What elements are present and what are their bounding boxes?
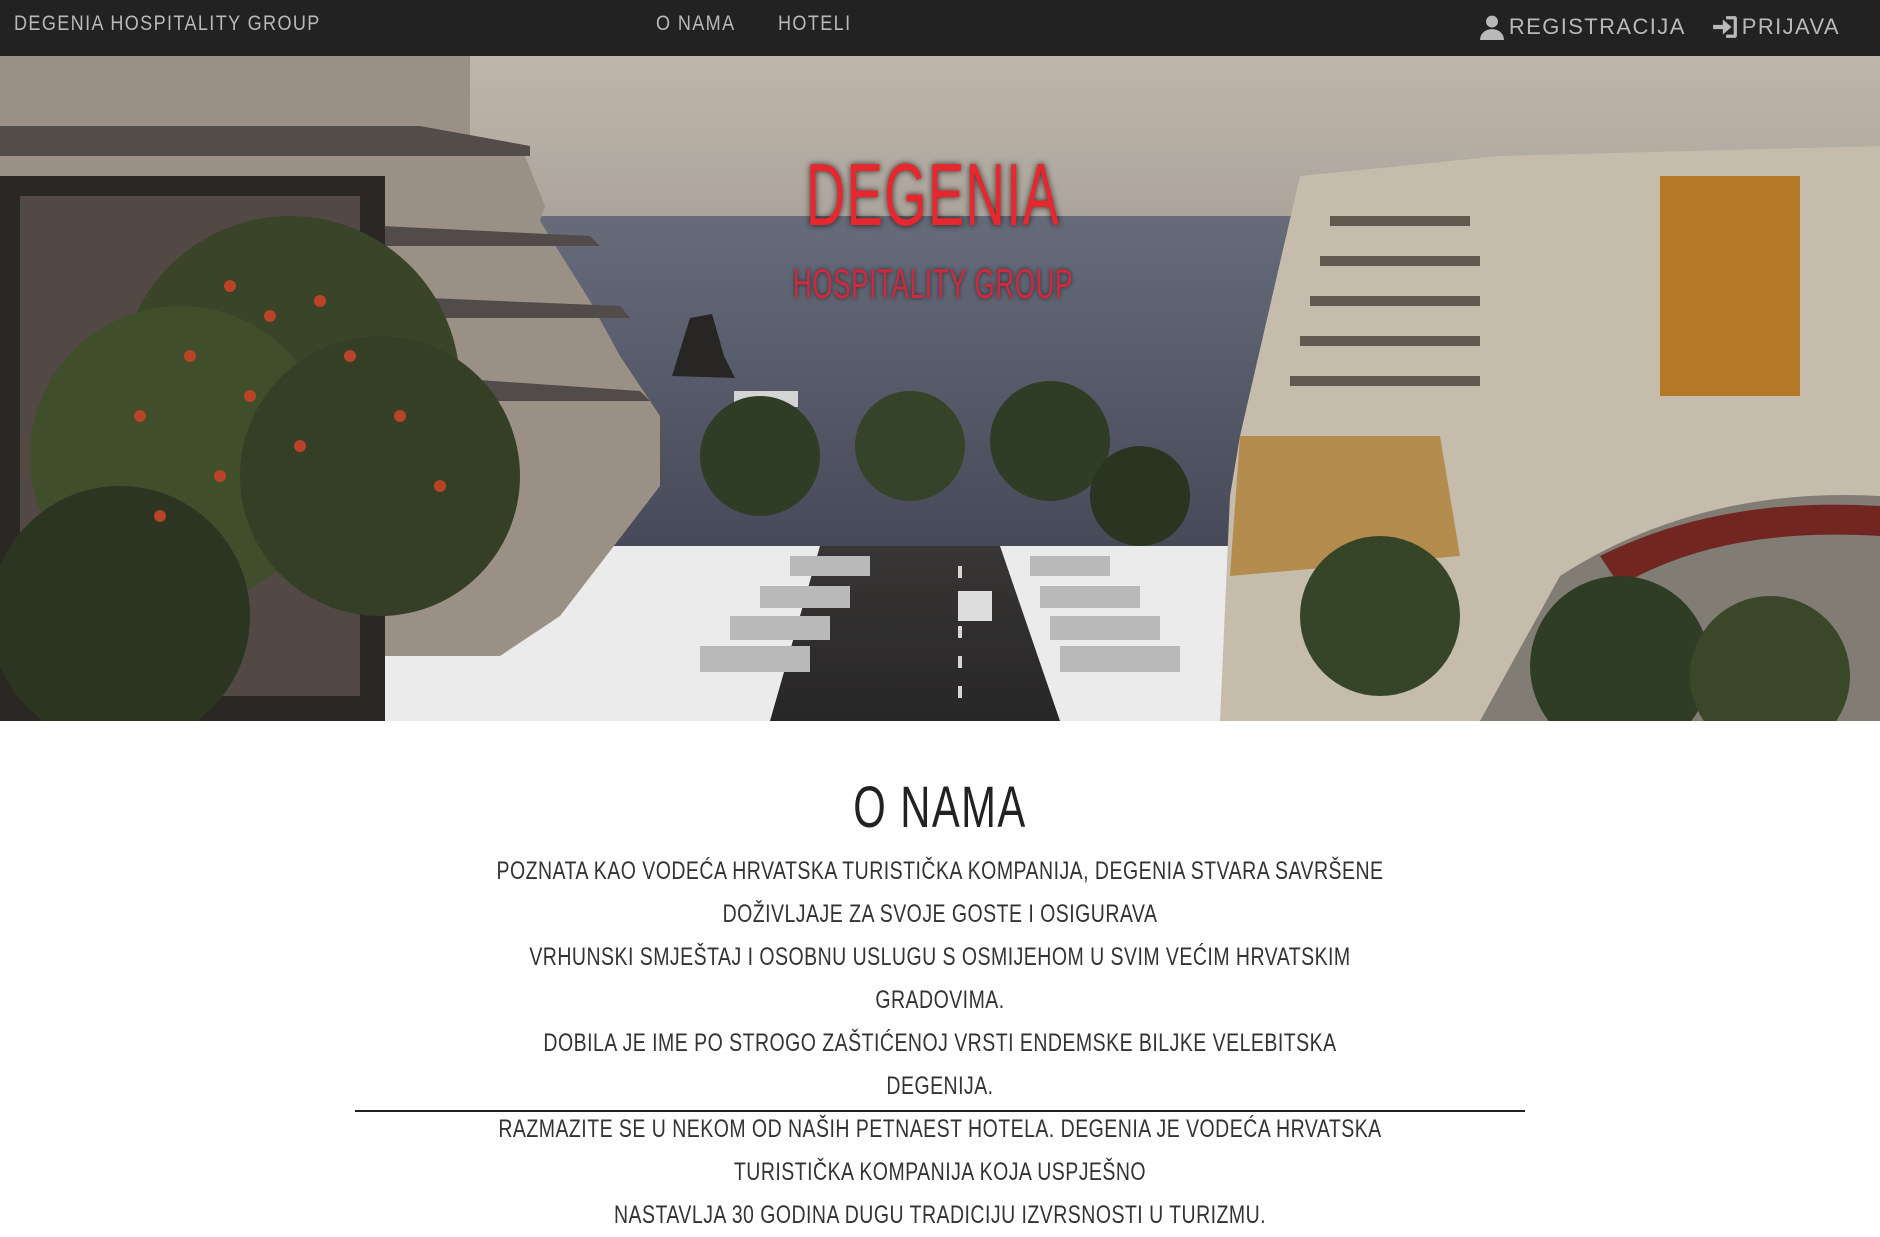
about-line: Dobila je ime po strogo zaštićenoj vrsti… [543,1029,1337,1100]
about-line: Poznata kao vodeća hrvatska turistička k… [496,857,1384,928]
account-nav: REGISTRACIJA PRIJAVA [1479,14,1840,40]
sign-in-icon [1712,16,1737,38]
register-link[interactable]: REGISTRACIJA [1479,14,1686,40]
hero-subtitle: HOSPITALITY GROUP [792,260,1074,307]
user-icon [1479,15,1504,40]
brand-link[interactable]: DEGENIA HOSPITALITY GROUP [14,12,321,36]
main-nav: O NAMA HOTELI [656,12,864,36]
about-heading: O NAMA [853,775,1027,840]
about-line: nastavlja 30 godina dugu tradiciju izvrs… [613,1201,1267,1229]
nav-link-o-nama[interactable]: O NAMA [656,12,736,36]
nav-link-hoteli[interactable]: HOTELI [778,12,851,36]
top-navbar: DEGENIA HOSPITALITY GROUP O NAMA HOTELI … [0,0,1880,56]
about-line: Razmazite se u nekom od naših petnaest h… [498,1115,1382,1186]
login-label: PRIJAVA [1741,14,1840,39]
about-text: Poznata kao vodeća hrvatska turistička k… [360,850,1520,1237]
register-label: REGISTRACIJA [1508,14,1686,39]
hero-banner: DEGENIA HOSPITALITY GROUP [0,56,1880,721]
login-link[interactable]: PRIJAVA [1712,14,1840,40]
hero-title: DEGENIA [805,145,1061,244]
about-line: vrhunski smještaj i osobnu uslugu s osmi… [529,943,1351,1014]
section-divider [355,1110,1525,1112]
